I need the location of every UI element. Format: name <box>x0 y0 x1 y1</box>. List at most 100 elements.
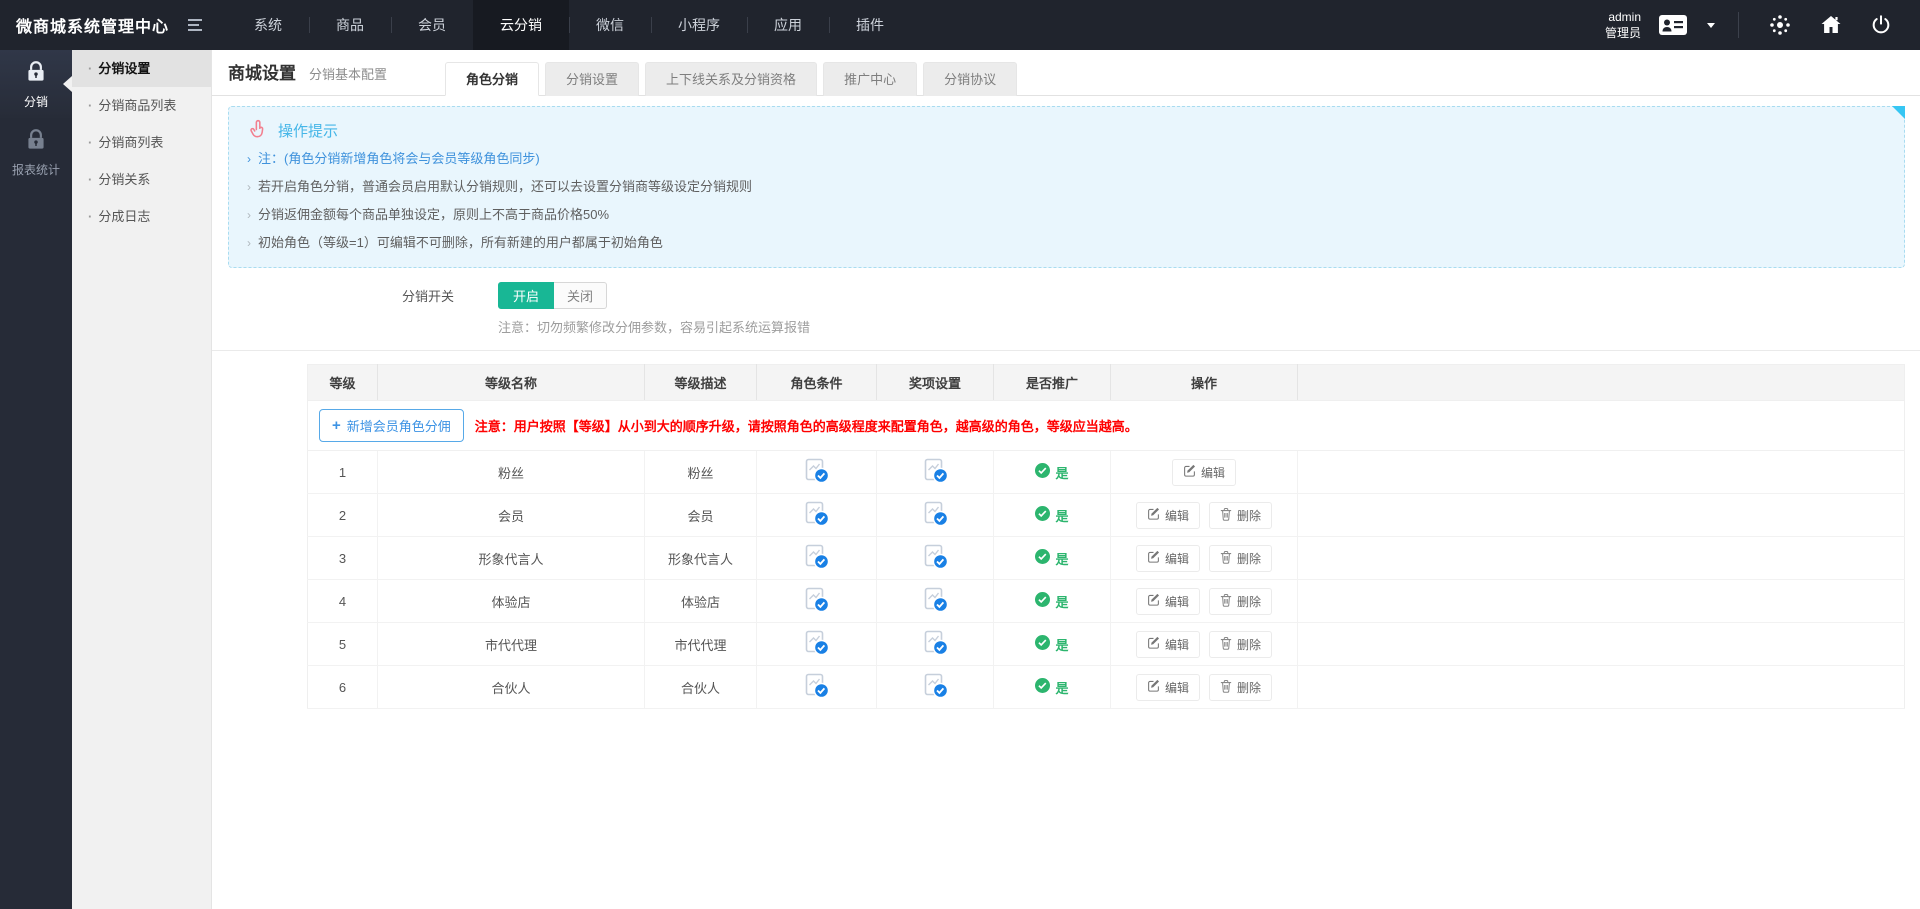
spacer-cell <box>1298 666 1905 709</box>
delete-button[interactable]: 删除 <box>1209 631 1272 658</box>
lock-icon <box>23 59 49 88</box>
edit-button[interactable]: 编辑 <box>1136 502 1200 529</box>
role-condition-config-icon[interactable] <box>803 672 830 699</box>
column-header: 等级 <box>308 365 378 401</box>
role-condition-config-icon[interactable] <box>803 543 830 570</box>
tab-updownline-qualification[interactable]: 上下线关系及分销资格 <box>645 62 817 96</box>
promote-cell: 是 <box>994 580 1111 623</box>
nav-item-application[interactable]: 应用 <box>747 0 829 50</box>
check-circle-icon <box>1035 549 1050 567</box>
level-desc-cell: 形象代言人 <box>645 537 757 580</box>
promote-status: 是 <box>1035 549 1068 568</box>
nav-item-mini-program[interactable]: 小程序 <box>651 0 747 50</box>
level-desc-cell: 会员 <box>645 494 757 537</box>
submenu-item-distribution-relations[interactable]: ·分销关系 <box>72 161 211 198</box>
bullet-dot: · <box>88 61 92 76</box>
submenu-item-commission-log[interactable]: ·分成日志 <box>72 198 211 235</box>
nav-item-plugin[interactable]: 插件 <box>829 0 911 50</box>
delete-label: 删除 <box>1237 507 1261 524</box>
award-setting-config-icon[interactable] <box>922 543 949 570</box>
tab-bar: 角色分销分销设置上下线关系及分销资格推广中心分销协议 <box>445 62 1023 96</box>
tab-distribution-settings[interactable]: 分销设置 <box>545 62 639 96</box>
alert-note-text: 分销返佣金额每个商品单独设定，原则上不高于商品价格50% <box>258 207 609 222</box>
nav-item-wechat[interactable]: 微信 <box>569 0 651 50</box>
delete-button[interactable]: 删除 <box>1209 674 1272 701</box>
user-info: admin 管理员 <box>1605 9 1641 41</box>
level-desc-cell: 市代代理 <box>645 623 757 666</box>
nav-item-goods[interactable]: 商品 <box>309 0 391 50</box>
edit-button[interactable]: 编辑 <box>1136 631 1200 658</box>
award-setting-config-icon[interactable] <box>922 672 949 699</box>
edit-label: 编辑 <box>1165 636 1189 653</box>
bullet-dot: · <box>88 98 92 113</box>
edit-label: 编辑 <box>1165 593 1189 610</box>
column-header-empty <box>1298 365 1905 401</box>
edit-button[interactable]: 编辑 <box>1136 545 1200 572</box>
nav-item-member[interactable]: 会员 <box>391 0 473 50</box>
panel-fold-corner[interactable] <box>1892 106 1905 119</box>
role-condition-config-icon[interactable] <box>803 586 830 613</box>
tab-promotion-center[interactable]: 推广中心 <box>823 62 917 96</box>
page-header: 商城设置 分销基本配置 角色分销分销设置上下线关系及分销资格推广中心分销协议 <box>212 50 1920 96</box>
home-icon[interactable] <box>1813 13 1849 37</box>
sidebar-item-distribution[interactable]: 分销 <box>0 50 72 118</box>
spacer-cell <box>1298 451 1905 494</box>
submenu-sidebar: ·分销设置·分销商品列表·分销商列表·分销关系·分成日志 <box>72 50 212 909</box>
edit-button[interactable]: 编辑 <box>1136 674 1200 701</box>
delete-button[interactable]: 删除 <box>1209 545 1272 572</box>
award-setting-cell <box>877 537 994 580</box>
switch-off-button[interactable]: 关闭 <box>554 282 607 309</box>
profile-card-icon[interactable] <box>1656 14 1690 36</box>
level-desc-cell: 体验店 <box>645 580 757 623</box>
sidebar-item-report-stats[interactable]: 报表统计 <box>0 118 72 186</box>
role-condition-config-icon[interactable] <box>803 457 830 484</box>
award-setting-config-icon[interactable] <box>922 629 949 656</box>
level-cell: 2 <box>308 494 378 537</box>
level-cell: 1 <box>308 451 378 494</box>
promote-yes-label: 是 <box>1055 506 1068 525</box>
delete-button[interactable]: 删除 <box>1209 502 1272 529</box>
submenu-item-distribution-settings[interactable]: ·分销设置 <box>72 50 211 87</box>
modules-icon[interactable] <box>1762 13 1798 37</box>
page-subtitle: 分销基本配置 <box>309 64 387 83</box>
edit-button[interactable]: 编辑 <box>1172 459 1236 486</box>
edit-button[interactable]: 编辑 <box>1136 588 1200 615</box>
promote-status: 是 <box>1035 635 1068 654</box>
add-member-role-button[interactable]: + 新增会员角色分佣 <box>319 409 464 442</box>
nav-item-cloud-distribution[interactable]: 云分销 <box>473 0 569 50</box>
hand-pointer-icon <box>247 118 269 143</box>
switch-on-button[interactable]: 开启 <box>498 282 554 309</box>
brand: 微商城系统管理中心 <box>0 0 227 50</box>
menu-toggle-icon[interactable] <box>185 15 205 35</box>
delete-button[interactable]: 删除 <box>1209 588 1272 615</box>
alert-notes: ›注：(角色分销新增角色将会与会员等级角色同步)›若开启角色分销，普通会员启用默… <box>247 149 1886 253</box>
alert-note-text: 注：(角色分销新增角色将会与会员等级角色同步) <box>258 151 540 166</box>
award-setting-config-icon[interactable] <box>922 457 949 484</box>
edit-pencil-icon <box>1147 593 1160 609</box>
submenu-item-distributor-list[interactable]: ·分销商列表 <box>72 124 211 161</box>
logout-power-icon[interactable] <box>1864 14 1898 36</box>
role-condition-config-icon[interactable] <box>803 500 830 527</box>
tab-distribution-agreement[interactable]: 分销协议 <box>923 62 1017 96</box>
operations: 编辑删除 <box>1136 674 1272 701</box>
trash-icon <box>1220 679 1232 696</box>
award-setting-config-icon[interactable] <box>922 500 949 527</box>
award-setting-cell <box>877 623 994 666</box>
submenu-item-distribution-goods-list[interactable]: ·分销商品列表 <box>72 87 211 124</box>
topbar: 微商城系统管理中心 系统商品会员云分销微信小程序应用插件 admin 管理员 <box>0 0 1920 50</box>
note-arrow-icon: › <box>247 152 251 166</box>
award-setting-config-icon[interactable] <box>922 586 949 613</box>
operations-cell: 编辑 删除 <box>1111 494 1298 537</box>
operations-cell: 编辑删除 <box>1111 537 1298 580</box>
level-name-cell: 合伙人 <box>378 666 645 709</box>
role-condition-config-icon[interactable] <box>803 629 830 656</box>
chevron-down-icon[interactable] <box>1707 23 1715 28</box>
role-condition-cell <box>757 494 877 537</box>
level-name-cell: 形象代言人 <box>378 537 645 580</box>
check-circle-icon <box>1035 635 1050 653</box>
promote-cell: 是 <box>994 666 1111 709</box>
operations-cell: 编辑 删除 <box>1111 580 1298 623</box>
table-row: 6合伙人合伙人是编辑删除 <box>308 666 1905 709</box>
tab-role-distribution[interactable]: 角色分销 <box>445 62 539 96</box>
nav-item-system[interactable]: 系统 <box>227 0 309 50</box>
